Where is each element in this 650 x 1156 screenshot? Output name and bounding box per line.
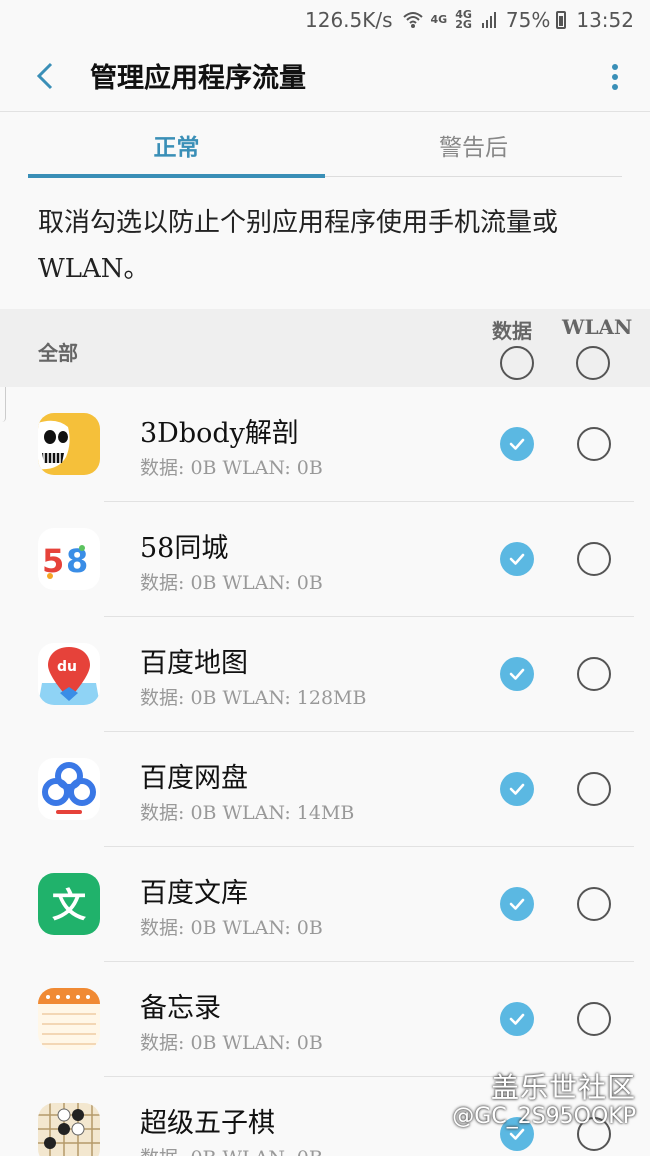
select-all-data-checkbox[interactable] (500, 346, 534, 380)
wlan-checkbox[interactable] (577, 887, 611, 921)
app-name: 超级五子棋 (140, 1108, 275, 1139)
baidu-map-icon: du (38, 643, 100, 705)
battery-percent: 75% (505, 8, 551, 32)
data-checkbox[interactable] (500, 657, 534, 691)
app-usage: 数据: 0B WLAN: 0B (140, 572, 323, 594)
data-checkbox[interactable] (500, 427, 534, 461)
list-header: 全部 数据 WLAN (0, 309, 650, 387)
app-name: 百度网盘 (140, 763, 248, 794)
baidu-wenku-icon: 文 (38, 873, 100, 935)
app-usage: 数据: 0B WLAN: 128MB (140, 687, 367, 709)
network-4g-label: 4G (430, 13, 448, 26)
network-dual-label: 4G 2G (455, 9, 472, 31)
baidu-netdisk-icon (38, 758, 100, 820)
network-speed: 126.5K/s (305, 8, 393, 32)
data-checkbox[interactable] (500, 542, 534, 576)
svg-text:文: 文 (52, 886, 86, 926)
skull-app-icon (38, 413, 100, 475)
app-bar: 管理应用程序流量 (0, 40, 650, 112)
back-chevron-icon[interactable] (20, 51, 70, 101)
status-bar: 126.5K/s 4G 4G 2G 75% 13:52 (0, 0, 650, 40)
tab-after-warning[interactable]: 警告后 (325, 113, 622, 176)
network-2g-label: 2G (455, 18, 472, 31)
app-usage: 数据: 0B WLAN: 0B (140, 1032, 323, 1054)
signal-icon (481, 12, 496, 28)
tab-normal[interactable]: 正常 (28, 113, 325, 178)
all-label: 全部 (38, 341, 78, 365)
58-app-icon: 58 (38, 528, 100, 590)
tab-bar: 正常 警告后 (28, 113, 622, 178)
gomoku-app-icon (38, 1103, 100, 1156)
wlan-checkbox[interactable] (577, 427, 611, 461)
wlan-checkbox[interactable] (577, 657, 611, 691)
page-title: 管理应用程序流量 (90, 63, 306, 94)
app-row: 百度网盘数据: 0B WLAN: 14MB (0, 732, 650, 847)
app-row: 5 8 58同城数据: 0B WLAN: 0B (0, 502, 650, 617)
wlan-checkbox[interactable] (577, 542, 611, 576)
data-checkbox[interactable] (500, 1002, 534, 1036)
data-checkbox[interactable] (500, 887, 534, 921)
description-text: 取消勾选以防止个别应用程序使用手机流量或WLAN。 (38, 208, 559, 284)
wifi-icon (402, 11, 423, 29)
wlan-checkbox[interactable] (577, 1002, 611, 1036)
more-vertical-icon[interactable] (610, 62, 620, 92)
battery-icon (556, 11, 567, 29)
app-row: du 百度地图数据: 0B WLAN: 128MB (0, 617, 650, 732)
app-name: 3Dbody解剖 (140, 418, 299, 449)
app-name: 备忘录 (140, 993, 221, 1024)
watermark-title: 盖乐世社区 (490, 1071, 636, 1104)
app-usage: 数据: 0B WLAN: 0B (140, 457, 323, 479)
svg-text:du: du (57, 659, 77, 675)
memo-app-icon (38, 988, 100, 1050)
data-checkbox[interactable] (500, 772, 534, 806)
select-all-wlan-checkbox[interactable] (576, 346, 610, 380)
svg-text:5: 5 (42, 542, 64, 580)
app-row: 文 百度文库数据: 0B WLAN: 0B (0, 847, 650, 962)
app-usage: 数据: 0B WLAN: 0B (140, 1143, 323, 1156)
wlan-column-label: WLAN (562, 315, 633, 339)
app-usage: 数据: 0B WLAN: 14MB (140, 802, 355, 824)
app-row: 3Dbody解剖数据: 0B WLAN: 0B (0, 387, 650, 502)
data-column-label: 数据 (492, 319, 532, 343)
app-name: 58同城 (140, 533, 229, 564)
wlan-checkbox[interactable] (577, 772, 611, 806)
clock: 13:52 (576, 8, 634, 32)
app-name: 百度文库 (140, 878, 248, 909)
app-name: 百度地图 (140, 648, 248, 679)
app-usage: 数据: 0B WLAN: 0B (140, 917, 323, 939)
app-row: 备忘录数据: 0B WLAN: 0B (0, 962, 650, 1077)
watermark-handle: @GC_2S95OOKP (452, 1104, 636, 1129)
